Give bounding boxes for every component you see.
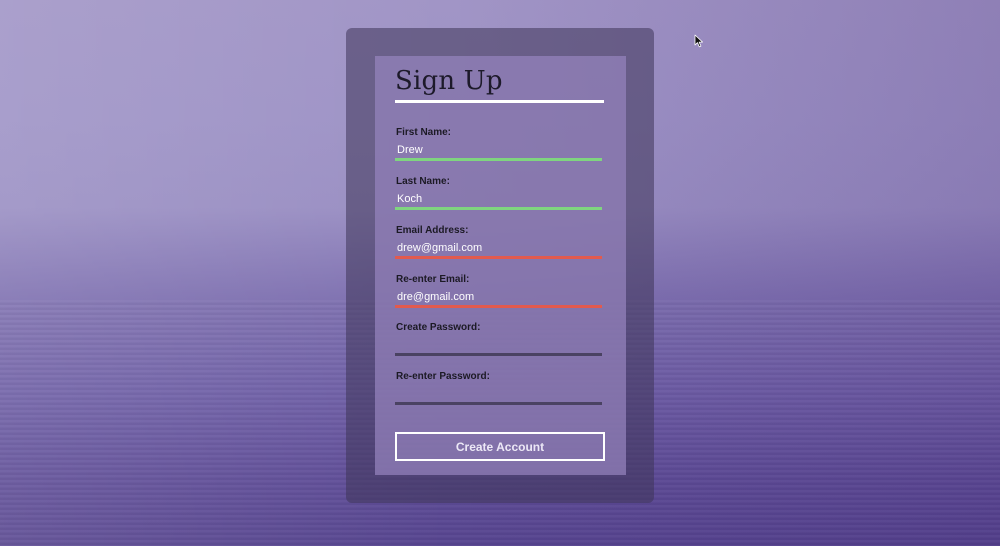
password-field[interactable]	[395, 337, 602, 356]
last-name-field[interactable]	[395, 191, 602, 210]
last-name-label: Last Name:	[396, 176, 450, 187]
first-name-label: First Name:	[396, 127, 452, 138]
page-title: Sign Up	[395, 66, 503, 96]
mouse-pointer-icon	[694, 34, 703, 48]
confirm-password-label: Re-enter Password:	[396, 371, 490, 382]
email-field[interactable]	[395, 240, 602, 259]
confirm-email-field[interactable]	[395, 289, 602, 308]
confirm-email-label: Re-enter Email:	[396, 274, 470, 285]
title-underline	[395, 100, 604, 103]
first-name-field[interactable]	[395, 142, 602, 161]
create-account-button[interactable]: Create Account	[395, 432, 605, 461]
password-label: Create Password:	[396, 322, 481, 333]
signup-card	[375, 56, 626, 475]
confirm-password-field[interactable]	[395, 386, 602, 405]
email-label: Email Address:	[396, 225, 469, 236]
